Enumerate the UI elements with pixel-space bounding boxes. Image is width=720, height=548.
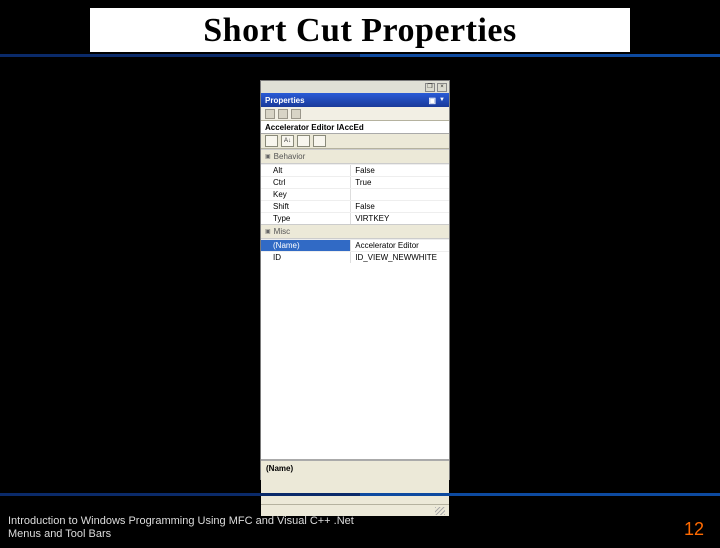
- property-value[interactable]: False: [351, 165, 449, 176]
- property-key: Shift: [261, 201, 351, 212]
- resize-grip-icon[interactable]: [435, 507, 445, 515]
- property-row[interactable]: ID ID_VIEW_NEWWHITE: [261, 251, 449, 263]
- accent-divider-top: [0, 54, 720, 57]
- accent-divider-bottom: [0, 493, 720, 496]
- categorized-button[interactable]: [265, 135, 278, 147]
- property-row[interactable]: Key: [261, 188, 449, 200]
- property-value[interactable]: VIRTKEY: [351, 213, 449, 224]
- properties-window: ❐ × Properties ▣ ▼ Accelerator Editor IA…: [260, 80, 450, 480]
- restore-button[interactable]: ❐: [425, 83, 435, 92]
- property-value[interactable]: ID_VIEW_NEWWHITE: [351, 252, 449, 263]
- property-key: (Name): [261, 240, 351, 251]
- property-key: ID: [261, 252, 351, 263]
- header-dropdown-icon[interactable]: ▼: [439, 97, 445, 103]
- object-selector-text: Accelerator Editor IAccEd: [265, 123, 364, 132]
- group-label: Misc: [274, 227, 290, 236]
- close-button[interactable]: ×: [437, 83, 447, 92]
- toolbar-icon[interactable]: [278, 109, 288, 119]
- pin-icon[interactable]: ▣: [428, 96, 436, 105]
- property-value[interactable]: Accelerator Editor: [351, 240, 449, 251]
- group-label: Behavior: [274, 152, 306, 161]
- window-titlebar: ❐ ×: [261, 81, 449, 93]
- object-selector[interactable]: Accelerator Editor IAccEd: [261, 121, 449, 134]
- property-row[interactable]: Type VIRTKEY: [261, 212, 449, 224]
- footer-line1: Introduction to Windows Programming Usin…: [8, 515, 354, 529]
- toolbar-icon[interactable]: [265, 109, 275, 119]
- toolbar-icon[interactable]: [291, 109, 301, 119]
- description-pane: (Name): [261, 460, 449, 504]
- property-value[interactable]: False: [351, 201, 449, 212]
- property-row[interactable]: Ctrl True: [261, 176, 449, 188]
- property-value[interactable]: [351, 189, 449, 200]
- properties-header: Properties ▣ ▼: [261, 93, 449, 107]
- slide-title: Short Cut Properties: [90, 8, 630, 52]
- property-value[interactable]: True: [351, 177, 449, 188]
- properties-grid: ▣ Behavior Alt False Ctrl True Key Shift…: [261, 149, 449, 460]
- collapse-icon: ▣: [265, 228, 271, 235]
- page-number: 12: [684, 519, 704, 540]
- properties-mode-toolbar: A↓: [261, 134, 449, 149]
- property-key: Type: [261, 213, 351, 224]
- collapse-icon: ▣: [265, 153, 271, 160]
- property-key: Key: [261, 189, 351, 200]
- alphabetical-button[interactable]: A↓: [281, 135, 294, 147]
- property-key: Ctrl: [261, 177, 351, 188]
- grid-empty-area: [261, 263, 449, 459]
- property-row[interactable]: Shift False: [261, 200, 449, 212]
- property-pages-button[interactable]: [297, 135, 310, 147]
- group-behavior[interactable]: ▣ Behavior: [261, 149, 449, 164]
- group-misc[interactable]: ▣ Misc: [261, 224, 449, 239]
- description-title: (Name): [266, 464, 444, 473]
- properties-top-toolbar: [261, 107, 449, 121]
- events-button[interactable]: [313, 135, 326, 147]
- property-key: Alt: [261, 165, 351, 176]
- properties-header-title: Properties: [265, 96, 305, 105]
- property-row-selected[interactable]: (Name) Accelerator Editor: [261, 239, 449, 251]
- slide-footer: Introduction to Windows Programming Usin…: [8, 515, 354, 543]
- property-row[interactable]: Alt False: [261, 164, 449, 176]
